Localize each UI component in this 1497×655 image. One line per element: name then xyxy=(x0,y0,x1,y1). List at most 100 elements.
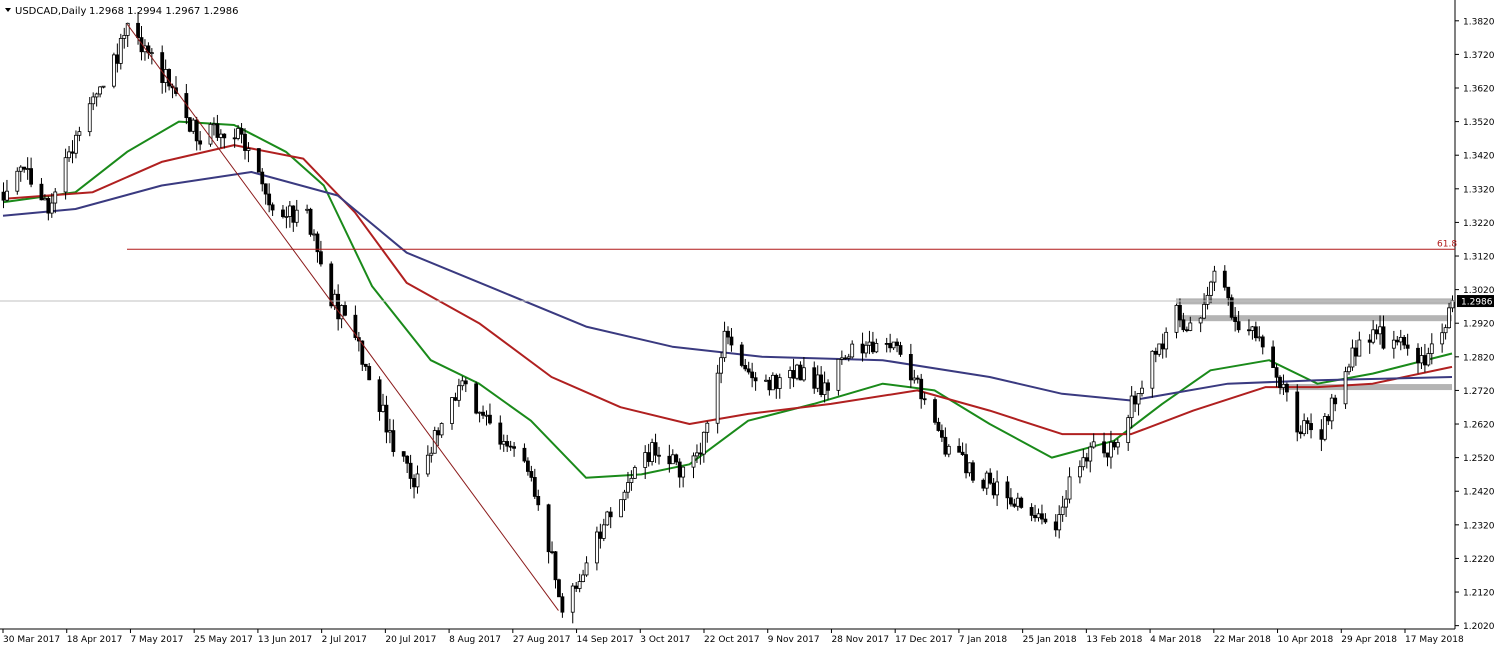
candle-body xyxy=(1236,321,1241,331)
candle-body xyxy=(450,397,454,424)
chart-header[interactable]: USDCAD,Daily 1.2968 1.2994 1.2967 1.2986 xyxy=(5,6,239,17)
candle-body xyxy=(118,37,123,64)
candle-body xyxy=(460,380,465,387)
candle-body xyxy=(695,452,699,457)
candle-body xyxy=(1160,343,1165,350)
candle-body xyxy=(605,511,610,526)
x-tick-label: 7 Jan 2018 xyxy=(959,635,1007,645)
ohlc-values: 1.2968 1.2994 1.2967 1.2986 xyxy=(89,6,239,17)
candle-body xyxy=(674,454,679,463)
candle-body xyxy=(722,330,727,359)
y-tick-label: 1.2420 xyxy=(1463,488,1495,498)
candle-body xyxy=(1205,294,1210,305)
candle-body xyxy=(526,460,530,472)
candle-body xyxy=(305,208,310,211)
x-tick-label: 13 Feb 2018 xyxy=(1086,635,1142,645)
candle-body xyxy=(387,430,392,433)
candle-body xyxy=(1164,331,1169,350)
candle-body xyxy=(1102,441,1106,454)
candle-body xyxy=(1057,514,1062,531)
candle-body xyxy=(1440,332,1445,345)
candle-body xyxy=(912,377,917,381)
candle-body xyxy=(967,462,972,474)
candle-body xyxy=(1319,429,1324,440)
candle-body xyxy=(1419,355,1424,364)
candle-body xyxy=(546,504,551,553)
price-chart[interactable]: 61.8 1.3820 1.3720 1.3620 1.3520 1.3420 1.332… xyxy=(0,0,1497,650)
y-tick-label: 1.2820 xyxy=(1463,353,1495,363)
candle-body xyxy=(1140,387,1144,394)
x-tick-label: 25 May 2017 xyxy=(194,635,253,645)
plot-area xyxy=(0,0,1497,650)
candle-body xyxy=(53,191,58,204)
candle-body xyxy=(18,166,23,172)
sr-zone-1 xyxy=(1176,315,1452,322)
candle-body xyxy=(753,377,758,382)
candle-body xyxy=(798,364,803,381)
candle-body xyxy=(1202,304,1206,319)
candle-body xyxy=(1329,397,1334,422)
candle-body xyxy=(1257,336,1262,339)
candle-body xyxy=(1109,441,1113,458)
candle-body xyxy=(836,358,841,391)
candle-body xyxy=(336,293,341,320)
candle-body xyxy=(991,482,996,496)
candle-body xyxy=(1429,343,1434,354)
candle-body xyxy=(681,466,686,478)
candle-body xyxy=(843,357,848,360)
candle-body xyxy=(67,151,71,159)
candle-body xyxy=(1081,457,1086,468)
candle-body xyxy=(936,421,941,431)
y-tick-label: 1.3320 xyxy=(1463,185,1495,195)
candle-body xyxy=(1060,506,1065,515)
candle-body xyxy=(726,330,730,338)
x-tick-label: 20 Jul 2017 xyxy=(385,635,436,645)
candle-body xyxy=(63,157,68,193)
candle-body xyxy=(933,399,937,423)
chart-svg[interactable]: 61.8 1.3820 1.3720 1.3620 1.3520 1.3420 1.332… xyxy=(0,0,1497,650)
candle-body xyxy=(981,479,986,489)
candle-body xyxy=(501,441,506,445)
candle-body xyxy=(1088,446,1093,462)
x-tick-label: 27 Aug 2017 xyxy=(513,635,571,645)
candle-body xyxy=(957,445,962,453)
candle-body xyxy=(1067,476,1072,500)
candle-body xyxy=(112,54,116,87)
candle-body xyxy=(436,430,441,436)
y-tick-label: 1.3020 xyxy=(1463,286,1495,296)
candle-body xyxy=(1084,457,1089,462)
candle-body xyxy=(187,117,192,132)
candle-body xyxy=(812,367,817,389)
candle-body xyxy=(995,481,999,496)
candle-body xyxy=(1188,322,1193,331)
y-tick-label: 1.2620 xyxy=(1463,421,1495,431)
candle-body xyxy=(1395,339,1400,343)
candle-body xyxy=(1064,498,1068,508)
y-tick-label: 1.3620 xyxy=(1463,85,1495,95)
candle-body xyxy=(87,103,92,133)
candle-body xyxy=(750,371,755,379)
candle-body xyxy=(1150,350,1155,389)
y-tick-label: 1.2520 xyxy=(1463,454,1495,464)
candle-body xyxy=(160,52,165,83)
candle-body xyxy=(25,168,30,170)
candle-body xyxy=(774,374,779,389)
candle-body xyxy=(115,54,120,64)
candle-body xyxy=(1278,376,1282,388)
candle-body xyxy=(287,205,292,217)
candle-body xyxy=(29,168,34,185)
candle-body xyxy=(1343,371,1348,405)
candle-body xyxy=(1426,353,1431,366)
candle-body xyxy=(149,52,154,54)
x-tick-label: 17 May 2018 xyxy=(1405,635,1464,645)
x-tick-label: 3 Oct 2017 xyxy=(640,635,690,645)
candle-body xyxy=(646,452,651,462)
candle-body xyxy=(701,431,706,455)
x-tick-label: 7 May 2017 xyxy=(130,635,183,645)
candle-body xyxy=(401,451,406,457)
candle-body xyxy=(584,562,589,576)
candle-body xyxy=(1178,304,1182,321)
candle-body xyxy=(343,305,347,316)
candle-body xyxy=(1371,329,1376,343)
candle-body xyxy=(1,191,6,201)
